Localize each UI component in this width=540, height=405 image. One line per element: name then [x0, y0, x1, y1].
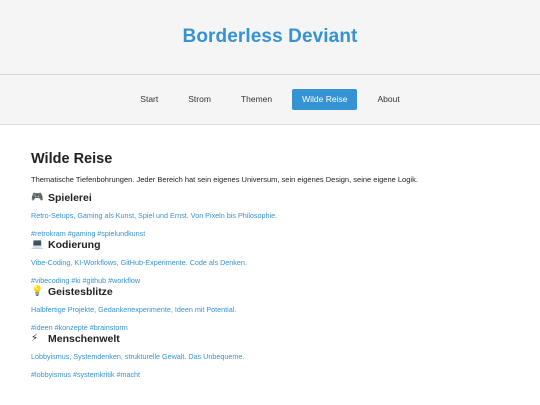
site-header: Borderless Deviant — [0, 0, 540, 75]
main-nav: Start Strom Themen Wilde Reise About — [0, 75, 540, 125]
lightbulb-icon: 💡 — [31, 286, 44, 297]
section-description[interactable]: Lobbyismus, Systemdenken, strukturelle G… — [31, 352, 509, 361]
lightning-icon: ⚡ — [31, 333, 39, 344]
nav-item-wilde-reise[interactable]: Wilde Reise — [292, 89, 358, 110]
section-title-label: Menschenwelt — [48, 333, 120, 345]
section-description[interactable]: Vibe-Coding, KI-Workflows, GitHub-Experi… — [31, 258, 509, 267]
section-tags[interactable]: #retrokram #gaming #spielundkunst — [31, 229, 509, 238]
laptop-icon: 💻 — [31, 239, 44, 250]
section-title[interactable]: 💡 Geistesblitze — [31, 285, 509, 299]
section-title-label: Kodierung — [48, 239, 101, 251]
section-title-label: Geistesblitze — [48, 286, 113, 298]
section-tags[interactable]: #lobbyismus #systemkritik #macht — [31, 370, 509, 379]
nav-item-about[interactable]: About — [367, 89, 409, 110]
nav-item-start[interactable]: Start — [130, 89, 168, 110]
section-title[interactable]: 🎮 Spielerei — [31, 191, 509, 205]
page-title: Wilde Reise — [31, 151, 113, 167]
section-tags[interactable]: #vibecoding #ki #github #workflow — [31, 276, 509, 285]
section-menschenwelt: ⚡ Menschenwelt Lobbyismus, Systemdenken,… — [31, 332, 509, 379]
section-geistesblitze: 💡 Geistesblitze Halbfertige Projekte, Ge… — [31, 285, 509, 332]
section-title[interactable]: 💻 Kodierung — [31, 238, 509, 252]
page-intro: Thematische Tiefenbohrungen. Jeder Berei… — [31, 175, 418, 184]
gamepad-icon: 🎮 — [31, 192, 44, 203]
section-tags[interactable]: #ideen #konzepte #brainstorm — [31, 323, 509, 332]
site-title[interactable]: Borderless Deviant — [183, 26, 358, 48]
section-title[interactable]: ⚡ Menschenwelt — [31, 332, 509, 346]
section-description[interactable]: Retro-Setups, Gaming als Kunst, Spiel un… — [31, 211, 509, 220]
section-kodierung: 💻 Kodierung Vibe-Coding, KI-Workflows, G… — [31, 238, 509, 285]
nav-item-themen[interactable]: Themen — [231, 89, 282, 110]
main-content: Wilde Reise Thematische Tiefenbohrungen.… — [0, 125, 540, 379]
section-title-label: Spielerei — [48, 192, 92, 204]
nav-item-strom[interactable]: Strom — [178, 89, 221, 110]
section-spielerei: 🎮 Spielerei Retro-Setups, Gaming als Kun… — [31, 191, 509, 238]
section-description[interactable]: Halbfertige Projekte, Gedankenexperiment… — [31, 305, 509, 314]
